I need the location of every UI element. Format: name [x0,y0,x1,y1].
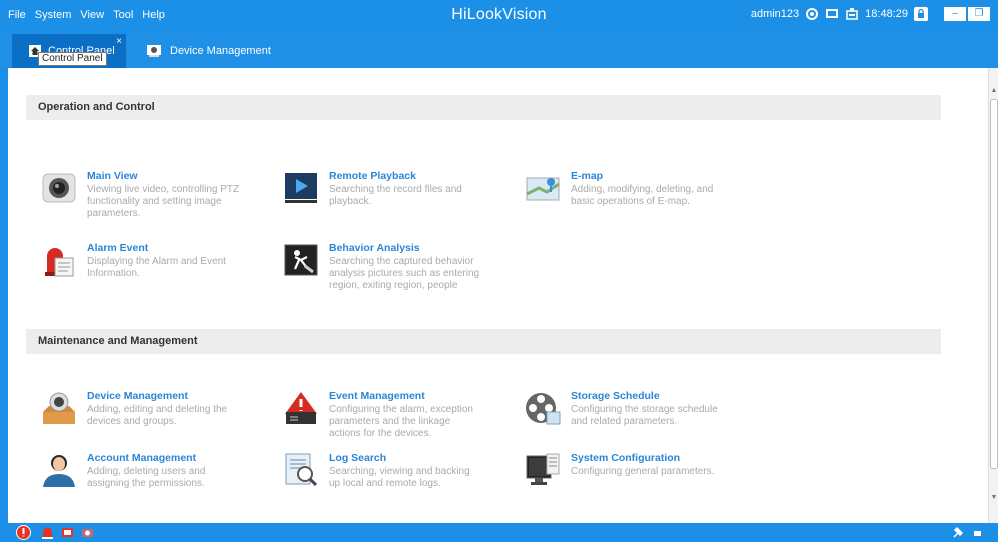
tile-behavior-analysis[interactable]: Behavior Analysis Searching the captured… [283,242,483,292]
title-bar: File System View Tool Help HiLookVision … [0,0,998,34]
lock-icon[interactable] [914,7,928,21]
main-view-title[interactable]: Main View [87,170,241,182]
vertical-scrollbar[interactable]: ▲ ▼ [988,68,998,523]
system-configuration-desc: Configuring general parameters. [571,466,715,477]
scroll-thumb[interactable] [990,99,998,469]
scroll-up-icon[interactable]: ▲ [989,86,998,96]
tile-e-map[interactable]: E-map Adding, modifying, deleting, and b… [525,170,725,208]
device-management-desc: Adding, editing and deleting the devices… [87,404,228,427]
device-tab-icon [147,45,161,57]
clock: 18:48:29 [865,8,908,20]
camera-icon [42,173,76,203]
tab-bar: Control Panel × Device Management [0,34,998,68]
siren-status-icon[interactable] [40,525,55,540]
alarm-event-desc: Displaying the Alarm and Event Informati… [87,256,226,279]
tile-remote-playback[interactable]: Remote Playback Searching the record fil… [283,170,483,208]
event-management-desc: Configuring the alarm, exception paramet… [329,404,473,439]
cpu-icon[interactable] [845,7,859,21]
account-management-desc: Adding, deleting users and assigning the… [87,466,206,489]
alarm-status-icon[interactable] [16,525,31,540]
system-config-icon [526,453,560,485]
log-search-icon [285,453,318,487]
tile-account-management[interactable]: Account Management Adding, deleting user… [41,452,241,490]
e-map-desc: Adding, modifying, deleting, and basic o… [571,184,714,207]
remote-playback-title[interactable]: Remote Playback [329,170,483,182]
device-management-title[interactable]: Device Management [87,390,241,402]
storage-schedule-desc: Configuring the storage schedule and rel… [571,404,718,427]
section-maintenance-and-management: Maintenance and Management [26,329,941,354]
tab-close-icon[interactable]: × [116,36,122,47]
remote-playback-desc: Searching the record files and playback. [329,184,462,207]
alarm-event-title[interactable]: Alarm Event [87,242,241,254]
tooltip: Control Panel [38,52,107,66]
user-icon [43,455,75,487]
section-operation-and-control: Operation and Control [26,95,941,120]
behavior-analysis-desc: Searching the captured behavior analysis… [329,256,480,291]
tile-system-configuration[interactable]: System Configuration Configuring general… [525,452,725,488]
tile-storage-schedule[interactable]: Storage Schedule Configuring the storage… [525,390,725,428]
monitor-icon[interactable] [825,7,839,21]
e-map-title[interactable]: E-map [571,170,725,182]
event-management-title[interactable]: Event Management [329,390,483,402]
tile-device-management[interactable]: Device Management Adding, editing and de… [41,390,241,428]
status-area: admin123 18:48:29 – ❐ [751,7,990,21]
log-search-title[interactable]: Log Search [329,452,483,464]
minimize-button[interactable]: – [944,7,966,21]
tile-event-management[interactable]: Event Management Configuring the alarm, … [283,390,483,440]
username: admin123 [750,8,800,20]
window-mode-icon[interactable] [970,525,985,540]
storage-schedule-title[interactable]: Storage Schedule [571,390,725,402]
pin-icon[interactable] [950,525,965,540]
film-reel-icon [526,393,561,425]
alarm-siren-icon [45,248,74,277]
globe-icon[interactable] [805,7,819,21]
tile-log-search[interactable]: Log Search Searching, viewing and backin… [283,452,483,490]
log-search-desc: Searching, viewing and backing up local … [329,466,470,489]
event-icon [285,392,317,424]
tile-main-view[interactable]: Main View Viewing live video, controllin… [41,170,241,220]
device-status-icon[interactable] [80,525,95,540]
scroll-down-icon[interactable]: ▼ [989,493,998,503]
window-controls: – ❐ [944,7,990,21]
tab-device-management-label: Device Management [170,45,271,57]
tile-alarm-event[interactable]: Alarm Event Displaying the Alarm and Eve… [41,242,241,280]
map-icon [526,177,560,201]
main-view-desc: Viewing live video, controlling PTZ func… [87,184,240,219]
behavior-analysis-title[interactable]: Behavior Analysis [329,242,483,254]
device-icon [43,392,75,424]
restore-button[interactable]: ❐ [968,7,990,21]
control-panel-content: Operation and Control Main View Viewing … [8,68,998,523]
behavior-icon [284,244,318,276]
tab-device-management[interactable]: Device Management [140,34,271,68]
record-status-icon[interactable] [60,525,75,540]
status-bar [0,523,998,542]
account-management-title[interactable]: Account Management [87,452,241,464]
system-configuration-title[interactable]: System Configuration [571,452,714,464]
play-icon [285,173,317,203]
